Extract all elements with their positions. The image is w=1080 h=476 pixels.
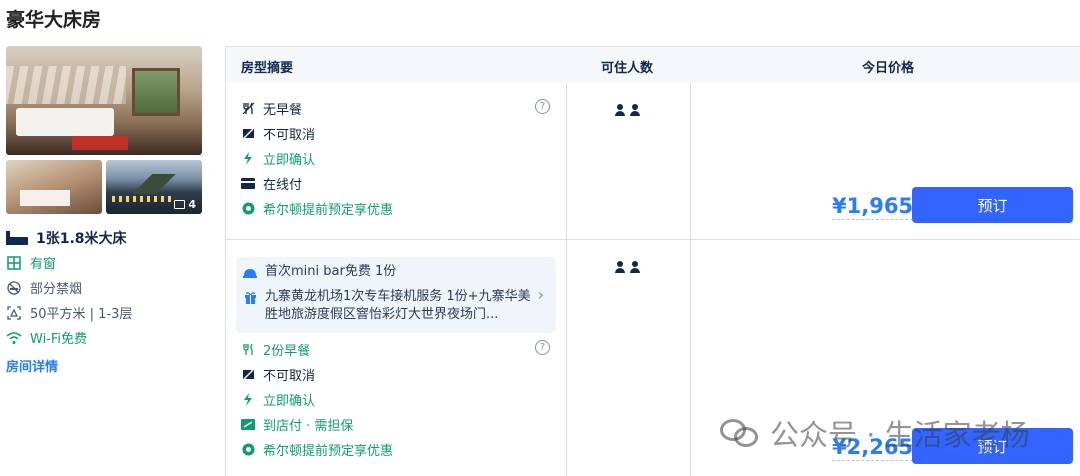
policy-label: 到店付 · 需担保 bbox=[263, 419, 354, 434]
policy-promotion[interactable]: 希尔顿提前预定享优惠 bbox=[241, 199, 393, 218]
occupancy-icons bbox=[615, 261, 640, 273]
person-icon bbox=[615, 104, 625, 116]
cutlery-icon bbox=[241, 343, 255, 357]
perk-label: 九寨黄龙机场1次专车接机服务 1份+九寨华美胜地旅游度假区窨怡彩灯大世界夜场门.… bbox=[265, 289, 531, 322]
policy-cancellation: 不可取消 bbox=[241, 124, 315, 143]
wechat-icon bbox=[720, 417, 760, 449]
room-main-photo[interactable] bbox=[6, 46, 202, 155]
watermark-text: 公众号 · 生活家老杨 bbox=[770, 418, 1030, 452]
scenery-thumbnail-photo[interactable]: 4 bbox=[106, 160, 202, 214]
policy-label: 希尔顿提前预定享优惠 bbox=[263, 203, 394, 218]
bed-icon bbox=[6, 231, 28, 245]
header-room-summary: 房型摘要 bbox=[241, 61, 294, 76]
facility-smoking: 部分禁烟 bbox=[6, 278, 82, 297]
person-icon bbox=[630, 104, 640, 116]
book-button[interactable]: 预订 bbox=[912, 187, 1073, 223]
facility-label: 有窗 bbox=[30, 257, 57, 272]
minibar-icon bbox=[243, 265, 257, 279]
bed-label: 1张1.8米大床 bbox=[36, 231, 127, 247]
policy-label: 2份早餐 bbox=[263, 344, 311, 359]
perk-item: 首次mini bar免费 1份 bbox=[243, 263, 396, 281]
no-smoking-icon bbox=[6, 280, 22, 296]
policy-label: 不可取消 bbox=[263, 128, 316, 143]
policy-meal: 2份早餐 bbox=[241, 340, 310, 359]
policy-payment: 到店付 · 需担保 bbox=[241, 415, 353, 434]
perk-label: 首次mini bar免费 1份 bbox=[265, 264, 397, 279]
facility-area: 50平方米 | 1-3层 bbox=[6, 303, 132, 322]
policy-promotion[interactable]: 希尔顿提前预定享优惠 bbox=[241, 440, 393, 459]
photo-count: 4 bbox=[188, 198, 196, 211]
store-pay-icon bbox=[241, 418, 255, 432]
header-occupancy: 可住人数 bbox=[601, 61, 654, 76]
bed-info: 1张1.8米大床 bbox=[6, 228, 127, 248]
wifi-icon bbox=[6, 330, 22, 346]
lightning-icon bbox=[241, 152, 255, 166]
policy-confirm: 立即确认 bbox=[241, 149, 315, 168]
hilton-icon bbox=[241, 443, 255, 457]
window-icon bbox=[6, 255, 22, 271]
policy-label: 在线付 bbox=[263, 178, 303, 193]
facility-wifi: Wi-Fi免费 bbox=[6, 328, 87, 347]
policy-meal: 无早餐 bbox=[241, 99, 302, 118]
person-icon bbox=[615, 261, 625, 273]
photo-count-badge: 4 bbox=[174, 198, 196, 211]
wechat-watermark: 公众号 · 生活家老杨 bbox=[720, 412, 1030, 454]
lightning-icon bbox=[241, 393, 255, 407]
policy-confirm: 立即确认 bbox=[241, 390, 315, 409]
area-icon bbox=[6, 305, 22, 321]
package-perks[interactable]: 首次mini bar免费 1份 九寨黄龙机场1次专车接机服务 1份+九寨华美胜地… bbox=[236, 257, 556, 333]
cutlery-icon bbox=[241, 102, 255, 116]
perk-item: 九寨黄龙机场1次专车接机服务 1份+九寨华美胜地旅游度假区窨怡彩灯大世界夜场门.… bbox=[243, 288, 535, 324]
policy-payment: 在线付 bbox=[241, 174, 302, 193]
image-icon bbox=[174, 200, 186, 209]
card-icon bbox=[241, 177, 255, 191]
facility-label: 部分禁烟 bbox=[30, 282, 83, 297]
facility-window: 有窗 bbox=[6, 253, 56, 272]
policy-label: 无早餐 bbox=[263, 103, 303, 118]
policy-label: 立即确认 bbox=[263, 153, 316, 168]
person-icon bbox=[630, 261, 640, 273]
help-icon[interactable]: ? bbox=[535, 99, 550, 114]
no-cancel-icon bbox=[241, 368, 255, 382]
policy-label: 希尔顿提前预定享优惠 bbox=[263, 444, 394, 459]
room-details-link[interactable]: 房间详情 bbox=[6, 356, 58, 375]
gift-icon bbox=[243, 290, 257, 304]
room-thumbnail-photo[interactable] bbox=[6, 160, 102, 214]
chevron-right-icon: › bbox=[537, 285, 544, 304]
no-cancel-icon bbox=[241, 127, 255, 141]
policy-label: 立即确认 bbox=[263, 394, 316, 409]
policy-cancellation: 不可取消 bbox=[241, 365, 315, 384]
room-title: 豪华大床房 bbox=[6, 9, 102, 31]
occupancy-icons bbox=[615, 104, 640, 116]
facility-label: 50平方米 | 1-3层 bbox=[30, 307, 133, 322]
policy-label: 不可取消 bbox=[263, 369, 316, 384]
hilton-icon bbox=[241, 202, 255, 216]
table-header: 房型摘要 可住人数 今日价格 bbox=[226, 47, 1080, 83]
header-price: 今日价格 bbox=[862, 61, 915, 76]
help-icon[interactable]: ? bbox=[535, 340, 550, 355]
facility-label: Wi-Fi免费 bbox=[30, 332, 88, 347]
price: ¥1,965 bbox=[832, 194, 914, 220]
